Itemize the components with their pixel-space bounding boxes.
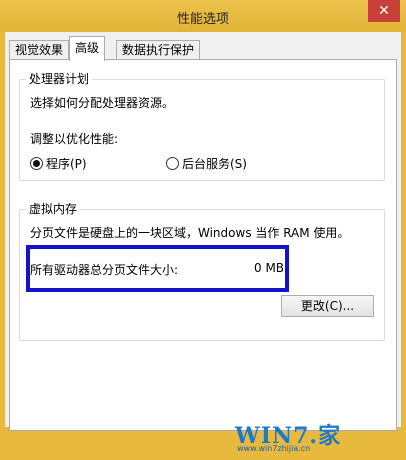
- processor-scheduling-legend: 处理器计划: [26, 72, 93, 86]
- watermark-logo: WIN7.家 www.win7zhijia.cn: [235, 420, 395, 460]
- watermark-url: www.win7zhijia.cn: [237, 444, 311, 453]
- change-button[interactable]: 更改(C)...: [281, 295, 374, 317]
- processor-description: 选择如何分配处理器资源。: [30, 96, 175, 110]
- virtual-memory-legend: 虚拟内存: [26, 202, 81, 216]
- highlight-box: [26, 245, 289, 292]
- radio-programs[interactable]: 程序(P): [30, 155, 87, 172]
- tab-visual-effects[interactable]: 视觉效果: [9, 40, 70, 60]
- radio-unselected-icon: [166, 157, 179, 170]
- radio-selected-icon: [30, 157, 43, 170]
- adjust-performance-label: 调整以优化性能:: [30, 132, 119, 146]
- close-button[interactable]: ✕: [368, 0, 400, 22]
- radio-background-services-label: 后台服务(S): [182, 157, 247, 171]
- title-bar: 性能选项 ✕: [0, 0, 406, 32]
- advanced-tab-panel: 处理器计划 选择如何分配处理器资源。 调整以优化性能: 程序(P) 后台服务(S…: [9, 59, 397, 453]
- radio-background-services[interactable]: 后台服务(S): [166, 155, 247, 172]
- tab-advanced[interactable]: 高级: [69, 36, 106, 61]
- virtual-memory-description: 分页文件是硬盘上的一块区域，Windows 当作 RAM 使用。: [30, 226, 350, 240]
- window-title: 性能选项: [176, 12, 229, 27]
- close-icon: ✕: [378, 3, 390, 19]
- processor-scheduling-group: 处理器计划 选择如何分配处理器资源。 调整以优化性能: 程序(P) 后台服务(S…: [19, 72, 385, 181]
- dialog-client: 视觉效果 高级 数据执行保护 处理器计划 选择如何分配处理器资源。 调整以优化性…: [5, 32, 401, 453]
- radio-programs-label: 程序(P): [46, 157, 87, 171]
- tab-data-execution-prevention[interactable]: 数据执行保护: [116, 40, 201, 60]
